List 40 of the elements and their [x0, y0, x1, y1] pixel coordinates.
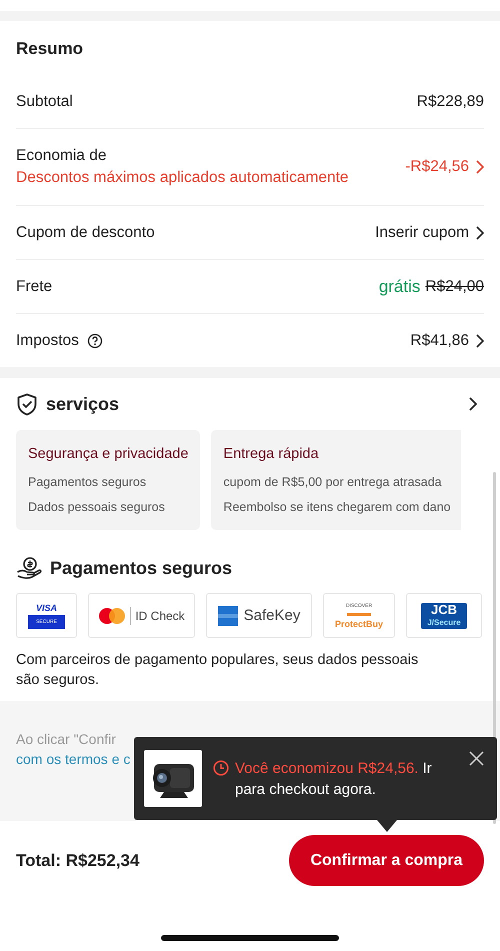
- confirm-button[interactable]: Confirmar a compra: [289, 835, 484, 886]
- service-text: Dados pessoais seguros: [28, 500, 166, 514]
- payment-logo: JCB J/Secure: [406, 593, 482, 638]
- service-text: cupom de R$5,00 por entrega atrasada: [223, 475, 443, 489]
- services-title: serviços: [46, 394, 120, 414]
- row-label: Impostos: [16, 332, 79, 350]
- toast-pointer: [377, 820, 397, 832]
- row-label: Economia de: [16, 147, 106, 165]
- terms-text: Ao clicar "Confir: [16, 730, 117, 749]
- old-price: R$24,00: [425, 278, 484, 296]
- discount-note: Descontos máximos aplicados automaticamente: [16, 169, 349, 187]
- row-value: grátis: [378, 276, 420, 296]
- service-text: Pagamentos seguros: [28, 475, 148, 489]
- chevron-icon: [474, 224, 484, 240]
- chevron-icon[interactable]: [467, 396, 477, 412]
- row-label: Subtotal: [16, 92, 73, 110]
- row-value[interactable]: Inserir cupom: [375, 224, 469, 242]
- row-value: R$228,89: [416, 92, 484, 110]
- chevron-icon: [474, 159, 484, 175]
- payment-logo: SafeKey: [206, 593, 312, 638]
- row-label: Cupom de desconto: [16, 224, 155, 242]
- chevron-icon: [474, 332, 484, 348]
- row-value[interactable]: R$41,86: [410, 332, 469, 350]
- payment-note: Com parceiros de pagamento populares, seus dados pessoais são seguros.: [16, 651, 420, 690]
- shield-icon: [16, 392, 38, 416]
- service-title: Entrega rápida: [223, 446, 320, 462]
- toast-popup[interactable]: Você economizou R$24,56. Ir para checkout agora.: [134, 737, 497, 820]
- summary-title: Resumo: [16, 38, 84, 60]
- total-price: Total: R$252,34: [16, 850, 140, 870]
- hand-coin-icon: [16, 556, 42, 580]
- payment-logo: ID Check: [88, 593, 195, 638]
- help-icon: [86, 332, 103, 348]
- service-title: Segurança e privacidade: [28, 446, 188, 462]
- clock-icon: [213, 760, 229, 776]
- service-text: Reembolso se itens chegarem com dano: [223, 500, 451, 514]
- toast-message: Você economizou R$24,56. Ir para checkout agora.: [235, 759, 433, 800]
- payments-title: Pagamentos seguros: [50, 558, 232, 578]
- row-value[interactable]: -R$24,56: [405, 158, 469, 176]
- row-label: Frete: [16, 278, 52, 296]
- close-icon[interactable]: [469, 751, 484, 766]
